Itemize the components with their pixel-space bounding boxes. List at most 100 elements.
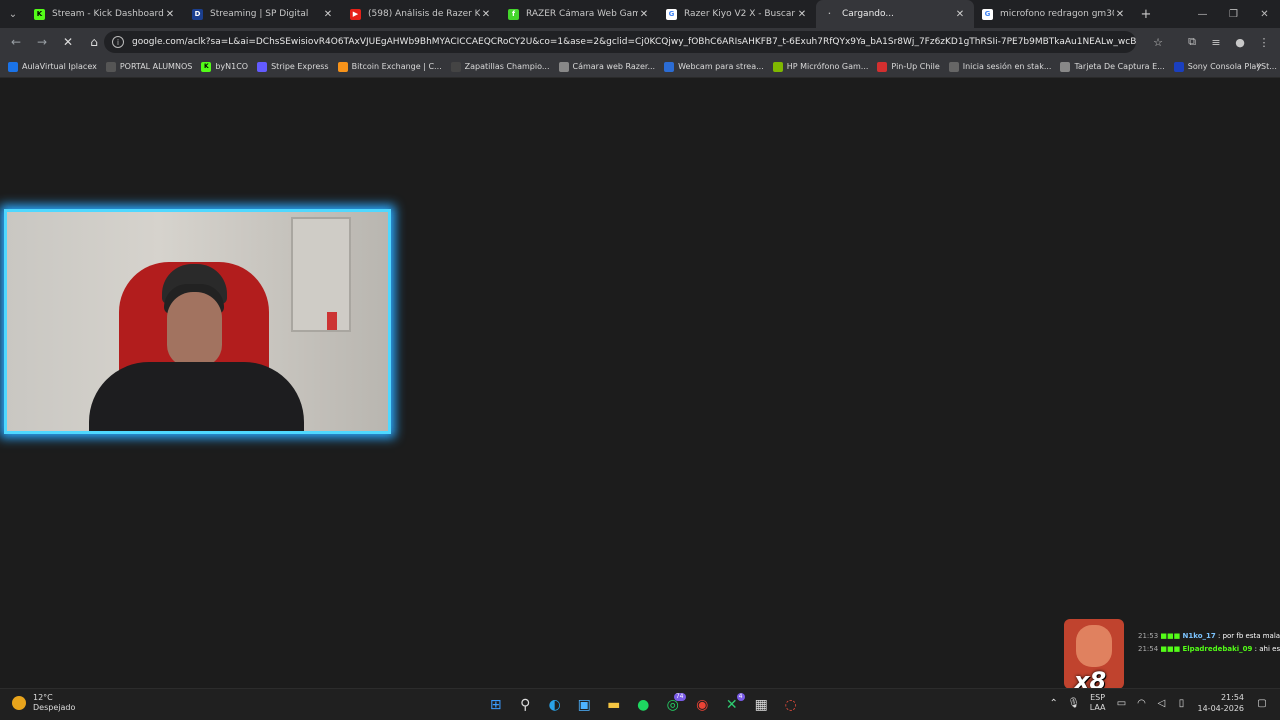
bookmark-favicon-icon	[337, 61, 348, 72]
new-tab-button[interactable]: +	[1134, 7, 1158, 22]
weather-widget[interactable]: 12°C Despejado	[12, 693, 75, 713]
bookmark-item[interactable]: Tarjeta De Captura E...	[1060, 61, 1165, 72]
lang-layout: LAA	[1089, 703, 1106, 712]
obs-icon[interactable]: ▦	[747, 693, 777, 717]
language-indicator[interactable]: ESP LAA	[1090, 693, 1106, 713]
tab-label: RAZER Cámara Web Gamer Ra	[526, 9, 638, 19]
chat-time: 21:54	[1138, 645, 1159, 653]
close-tab-icon[interactable]: ✕	[480, 9, 492, 20]
bookmark-label: Webcam para strea...	[678, 62, 764, 71]
bookmark-label: Stripe Express	[271, 62, 329, 71]
search-icon[interactable]: ⚲	[511, 693, 541, 717]
bookmark-item[interactable]: Webcam para strea...	[664, 61, 764, 72]
moon-weather-icon	[12, 696, 26, 710]
bookmark-item[interactable]: HP Micrófono Gam...	[772, 61, 868, 72]
bookmark-item[interactable]: AulaVirtual Iplacex	[8, 61, 97, 72]
bookmark-item[interactable]: PORTAL ALUMNOS	[105, 61, 193, 72]
bookmark-item[interactable]: Bitcoin Exchange | C...	[337, 61, 442, 72]
bookmark-favicon-icon	[948, 61, 959, 72]
extensions-icon[interactable]: ⧉	[1180, 30, 1204, 54]
file-explorer-icon[interactable]: ▬	[599, 693, 629, 717]
profile-avatar-icon[interactable]: ●	[1228, 30, 1252, 54]
notification-badge: 4	[736, 693, 745, 701]
tab-google-search-redragon[interactable]: G microfono redragon gm300 - B ✕	[974, 0, 1134, 28]
bookmark-favicon-icon	[877, 61, 888, 72]
bookmark-item[interactable]: Inicia sesión en stak...	[948, 61, 1051, 72]
minimize-icon[interactable]: —	[1187, 0, 1218, 28]
more-bookmarks-icon[interactable]: »	[1256, 60, 1262, 71]
restore-icon[interactable]: ❐	[1218, 0, 1249, 28]
taskbar-apps: ⊞ ⚲ ◐ ▣ ▬ ● ◎ 74 ◉ ✕ 4 ▦ ◌	[481, 693, 806, 717]
close-tab-icon[interactable]: ✕	[954, 9, 966, 20]
site-info-icon[interactable]: i	[112, 36, 124, 48]
close-tab-icon[interactable]: ✕	[164, 9, 176, 20]
bookmark-item[interactable]: Stripe Express	[257, 61, 329, 72]
google-icon: G	[666, 8, 677, 20]
bookmark-item[interactable]: K byN1CO	[201, 61, 248, 72]
chat-username: Elpadredebaki_09	[1182, 645, 1253, 653]
chat-badges-icon: ■■■	[1160, 645, 1183, 653]
loading-icon: ·	[828, 10, 831, 18]
bookmark-item[interactable]: Cámara web Razer...	[558, 61, 655, 72]
kick-icon: K	[34, 8, 45, 20]
google-icon: G	[982, 8, 993, 20]
bookmark-item[interactable]: Pin-Up Chile	[877, 61, 940, 72]
url-text: google.com/aclk?sa=L&ai=DChsSEwisiovR4O6…	[132, 37, 1136, 47]
back-icon[interactable]: ←	[4, 30, 28, 54]
close-tab-icon[interactable]: ✕	[796, 9, 808, 20]
store-icon[interactable]: ▣	[570, 693, 600, 717]
menu-icon[interactable]: ⋮	[1252, 30, 1276, 54]
tab-search-icon[interactable]: ⌄	[0, 0, 26, 28]
webcam-door	[291, 217, 351, 332]
record-icon[interactable]: ◌	[776, 693, 806, 717]
tab-sp-digital[interactable]: D Streaming | SP Digital ✕	[184, 0, 342, 28]
bookmark-favicon-icon	[257, 61, 268, 72]
close-window-icon[interactable]: ✕	[1249, 0, 1280, 28]
tab-youtube-review[interactable]: ▶ (598) Análisis de Razer Kiyo V2 ✕	[342, 0, 500, 28]
wifi-icon[interactable]: ◠	[1132, 698, 1152, 709]
volume-icon[interactable]: ◁	[1152, 698, 1172, 709]
bookmark-label: Tarjeta De Captura E...	[1074, 62, 1165, 71]
chevron-up-icon[interactable]: ⌃	[1044, 698, 1064, 709]
chat-time: 21:53	[1138, 632, 1159, 640]
bookmark-label: AulaVirtual Iplacex	[22, 62, 97, 71]
media-control-icon[interactable]: ≡	[1204, 30, 1228, 54]
bookmark-favicon-icon: K	[201, 61, 212, 72]
microphone-icon[interactable]: 🎙	[1064, 698, 1084, 709]
tab-google-search-kiyo[interactable]: G Razer Kiyo V2 X - Buscar con G ✕	[658, 0, 816, 28]
chat-text: : por fb esta mala la cosa para comprar …	[1217, 632, 1280, 640]
forward-icon[interactable]: →	[30, 30, 54, 54]
display-icon[interactable]: ▭	[1112, 698, 1132, 709]
browser-toolbar: ← → ✕ ⌂ i google.com/aclk?sa=L&ai=DChsSE…	[0, 28, 1280, 56]
tab-label: Razer Kiyo V2 X - Buscar con G	[684, 9, 796, 19]
close-tab-icon[interactable]: ✕	[1114, 9, 1126, 20]
stop-loading-icon[interactable]: ✕	[56, 30, 80, 54]
tab-razer-camara[interactable]: f RAZER Cámara Web Gamer Ra ✕	[500, 0, 658, 28]
start-icon[interactable]: ⊞	[481, 693, 511, 717]
address-bar[interactable]: i google.com/aclk?sa=L&ai=DChsSEwisiovR4…	[104, 31, 1136, 53]
chat-text: : ahi estaba el parlante de zeko jajaks	[1254, 645, 1280, 653]
bookmark-favicon-icon	[1173, 61, 1184, 72]
tab-loading[interactable]: · Cargando... ✕	[816, 0, 974, 28]
home-icon[interactable]: ⌂	[82, 30, 106, 54]
bookmark-item[interactable]: Zapatillas Champio...	[450, 61, 550, 72]
xbox-icon[interactable]: ✕ 4	[717, 693, 747, 717]
clock[interactable]: 21:54 14-04-2026	[1198, 692, 1245, 714]
bookmark-favicon-icon	[8, 61, 18, 72]
edge-icon[interactable]: ◐	[540, 693, 570, 717]
bookmark-favicon-icon	[772, 61, 783, 72]
whatsapp-icon[interactable]: ◎ 74	[658, 693, 688, 717]
tab-label: Cargando...	[842, 9, 894, 19]
chrome-icon[interactable]: ◉	[688, 693, 718, 717]
tab-label: Stream - Kick Dashboard	[52, 9, 164, 19]
close-tab-icon[interactable]: ✕	[638, 9, 650, 20]
notifications-icon[interactable]: ▢	[1252, 698, 1272, 709]
chat-badges-icon: ■■■	[1160, 632, 1183, 640]
tab-kick-dashboard[interactable]: K Stream - Kick Dashboard ✕	[26, 0, 184, 28]
razer-icon: f	[508, 8, 519, 20]
bookmark-label: PORTAL ALUMNOS	[119, 62, 193, 71]
battery-icon[interactable]: ▯	[1172, 698, 1192, 709]
spotify-icon[interactable]: ●	[629, 693, 659, 717]
bookmark-star-icon[interactable]: ☆	[1146, 30, 1170, 54]
close-tab-icon[interactable]: ✕	[322, 9, 334, 20]
